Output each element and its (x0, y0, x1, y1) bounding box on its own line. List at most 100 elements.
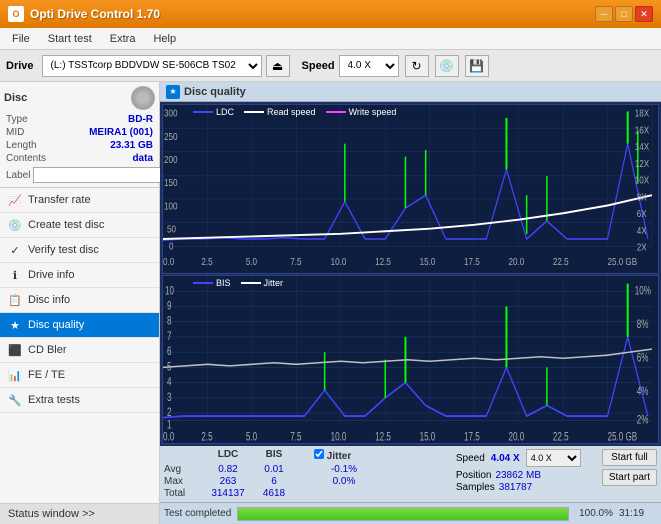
speed-label: Speed (456, 453, 485, 464)
nav-item-drive-info[interactable]: ℹ Drive info (0, 263, 159, 288)
disc-info-icon: 📋 (8, 293, 22, 307)
jitter-legend-dot (241, 282, 261, 284)
disc-image (131, 86, 155, 110)
close-button[interactable]: ✕ (635, 6, 653, 22)
nav-item-disc-info-label: Disc info (28, 294, 70, 306)
refresh-button[interactable]: ↻ (405, 55, 429, 77)
svg-text:25.0 GB: 25.0 GB (607, 256, 637, 267)
progress-bar-inner (238, 508, 568, 520)
svg-text:10%: 10% (635, 284, 651, 297)
nav-item-fe-te-label: FE / TE (28, 369, 65, 381)
svg-text:7.5: 7.5 (290, 256, 301, 267)
svg-text:4X: 4X (637, 225, 647, 236)
nav-item-transfer-rate-label: Transfer rate (28, 194, 91, 206)
start-part-button[interactable]: Start part (602, 469, 657, 486)
disc-button[interactable]: 💿 (435, 55, 459, 77)
menu-start-test[interactable]: Start test (40, 31, 100, 47)
nav-item-transfer-rate[interactable]: 📈 Transfer rate (0, 188, 159, 213)
svg-text:1: 1 (167, 418, 172, 431)
disc-type-value: BD-R (128, 114, 153, 125)
app-title: Opti Drive Control 1.70 (30, 7, 160, 21)
svg-text:6: 6 (167, 345, 172, 358)
eject-button[interactable]: ⏏ (266, 55, 290, 77)
stats-avg-bis: 0.01 (254, 464, 294, 475)
nav-item-verify-test-disc-label: Verify test disc (28, 244, 99, 256)
svg-text:8%: 8% (637, 318, 649, 331)
stats-total-jitter (314, 488, 374, 499)
disc-mid-label: MID (6, 127, 24, 138)
nav-item-verify-test-disc[interactable]: ✓ Verify test disc (0, 238, 159, 263)
jitter-checkbox[interactable] (314, 449, 324, 459)
read-speed-legend-dot (244, 111, 264, 113)
ldc-chart-svg: 300 250 200 150 100 50 0 18X 16X 14X 12X… (163, 105, 658, 273)
svg-text:15.0: 15.0 (420, 431, 436, 443)
verify-test-disc-icon: ✓ (8, 243, 22, 257)
toolbar: Drive (L:) TSSTcorp BDDVDW SE-506CB TS02… (0, 50, 661, 82)
window-controls[interactable]: ─ □ ✕ (595, 6, 653, 22)
speed-select[interactable]: 4.0 X 8.0 X (339, 55, 399, 77)
svg-text:10X: 10X (635, 175, 649, 186)
stats-max-ldc: 263 (202, 476, 254, 487)
nav-items: 📈 Transfer rate 💿 Create test disc ✓ Ver… (0, 188, 159, 503)
extra-tests-icon: 🔧 (8, 393, 22, 407)
stats-panel: LDC BIS Jitter Avg 0.82 0.01 -0.1% (160, 446, 661, 502)
position-label: Position (456, 470, 492, 481)
nav-item-drive-info-label: Drive info (28, 269, 74, 281)
nav-item-create-test-disc[interactable]: 💿 Create test disc (0, 213, 159, 238)
svg-text:5.0: 5.0 (246, 256, 257, 267)
svg-text:20.0: 20.0 (508, 431, 524, 443)
maximize-button[interactable]: □ (615, 6, 633, 22)
main-layout: Disc Type BD-R MID MEIRA1 (001) Length 2… (0, 82, 661, 524)
svg-text:0.0: 0.0 (163, 256, 174, 267)
nav-item-cd-bler[interactable]: ⬛ CD Bler (0, 338, 159, 363)
nav-item-disc-quality[interactable]: ★ Disc quality (0, 313, 159, 338)
svg-text:10.0: 10.0 (331, 256, 347, 267)
stats-total-label: Total (164, 488, 202, 499)
nav-item-extra-tests[interactable]: 🔧 Extra tests (0, 388, 159, 413)
disc-header: Disc (4, 86, 155, 110)
disc-section: Disc Type BD-R MID MEIRA1 (001) Length 2… (0, 82, 159, 188)
speed-select-stats[interactable]: 4.0 X (526, 449, 581, 467)
disc-label-row: Label ✏ (4, 167, 155, 183)
menu-help[interactable]: Help (145, 31, 184, 47)
nav-item-fe-te[interactable]: 📊 FE / TE (0, 363, 159, 388)
ldc-legend-label: LDC (216, 107, 234, 117)
bis-chart-legend: BIS Jitter (193, 278, 283, 288)
drive-select[interactable]: (L:) TSSTcorp BDDVDW SE-506CB TS02 (42, 55, 262, 77)
svg-text:7.5: 7.5 (290, 431, 301, 443)
svg-text:250: 250 (164, 131, 177, 142)
menu-extra[interactable]: Extra (102, 31, 144, 47)
jitter-legend-item: Jitter (241, 278, 284, 288)
svg-text:10.0: 10.0 (331, 431, 347, 443)
minimize-button[interactable]: ─ (595, 6, 613, 22)
save-button[interactable]: 💾 (465, 55, 489, 77)
svg-text:17.5: 17.5 (464, 431, 480, 443)
svg-text:8: 8 (167, 315, 172, 328)
stats-total-ldc: 314137 (202, 488, 254, 499)
position-value: 23862 MB (495, 470, 541, 481)
write-speed-legend-dot (326, 111, 346, 113)
svg-text:4: 4 (167, 376, 172, 389)
svg-text:20.0: 20.0 (508, 256, 524, 267)
nav-item-disc-info[interactable]: 📋 Disc info (0, 288, 159, 313)
write-speed-legend-item: Write speed (326, 107, 397, 117)
nav-item-extra-tests-label: Extra tests (28, 394, 80, 406)
stats-jitter-check-cell: Jitter (314, 449, 374, 462)
svg-text:6X: 6X (637, 208, 647, 219)
nav-item-disc-quality-label: Disc quality (28, 319, 84, 331)
read-speed-legend-item: Read speed (244, 107, 316, 117)
start-full-button[interactable]: Start full (602, 449, 657, 466)
stats-ldc-header: LDC (202, 449, 254, 462)
disc-label-input[interactable] (33, 167, 171, 183)
svg-text:7: 7 (167, 330, 172, 343)
status-window-label: Status window >> (8, 508, 95, 520)
svg-text:12X: 12X (635, 158, 649, 169)
status-window-button[interactable]: Status window >> (0, 503, 159, 524)
svg-text:12.5: 12.5 (375, 431, 391, 443)
stats-avg-ldc: 0.82 (202, 464, 254, 475)
menu-file[interactable]: File (4, 31, 38, 47)
stats-max-jitter: 0.0% (314, 476, 374, 487)
svg-text:0.0: 0.0 (163, 431, 174, 443)
menubar: File Start test Extra Help (0, 28, 661, 50)
drive-info-icon: ℹ (8, 268, 22, 282)
